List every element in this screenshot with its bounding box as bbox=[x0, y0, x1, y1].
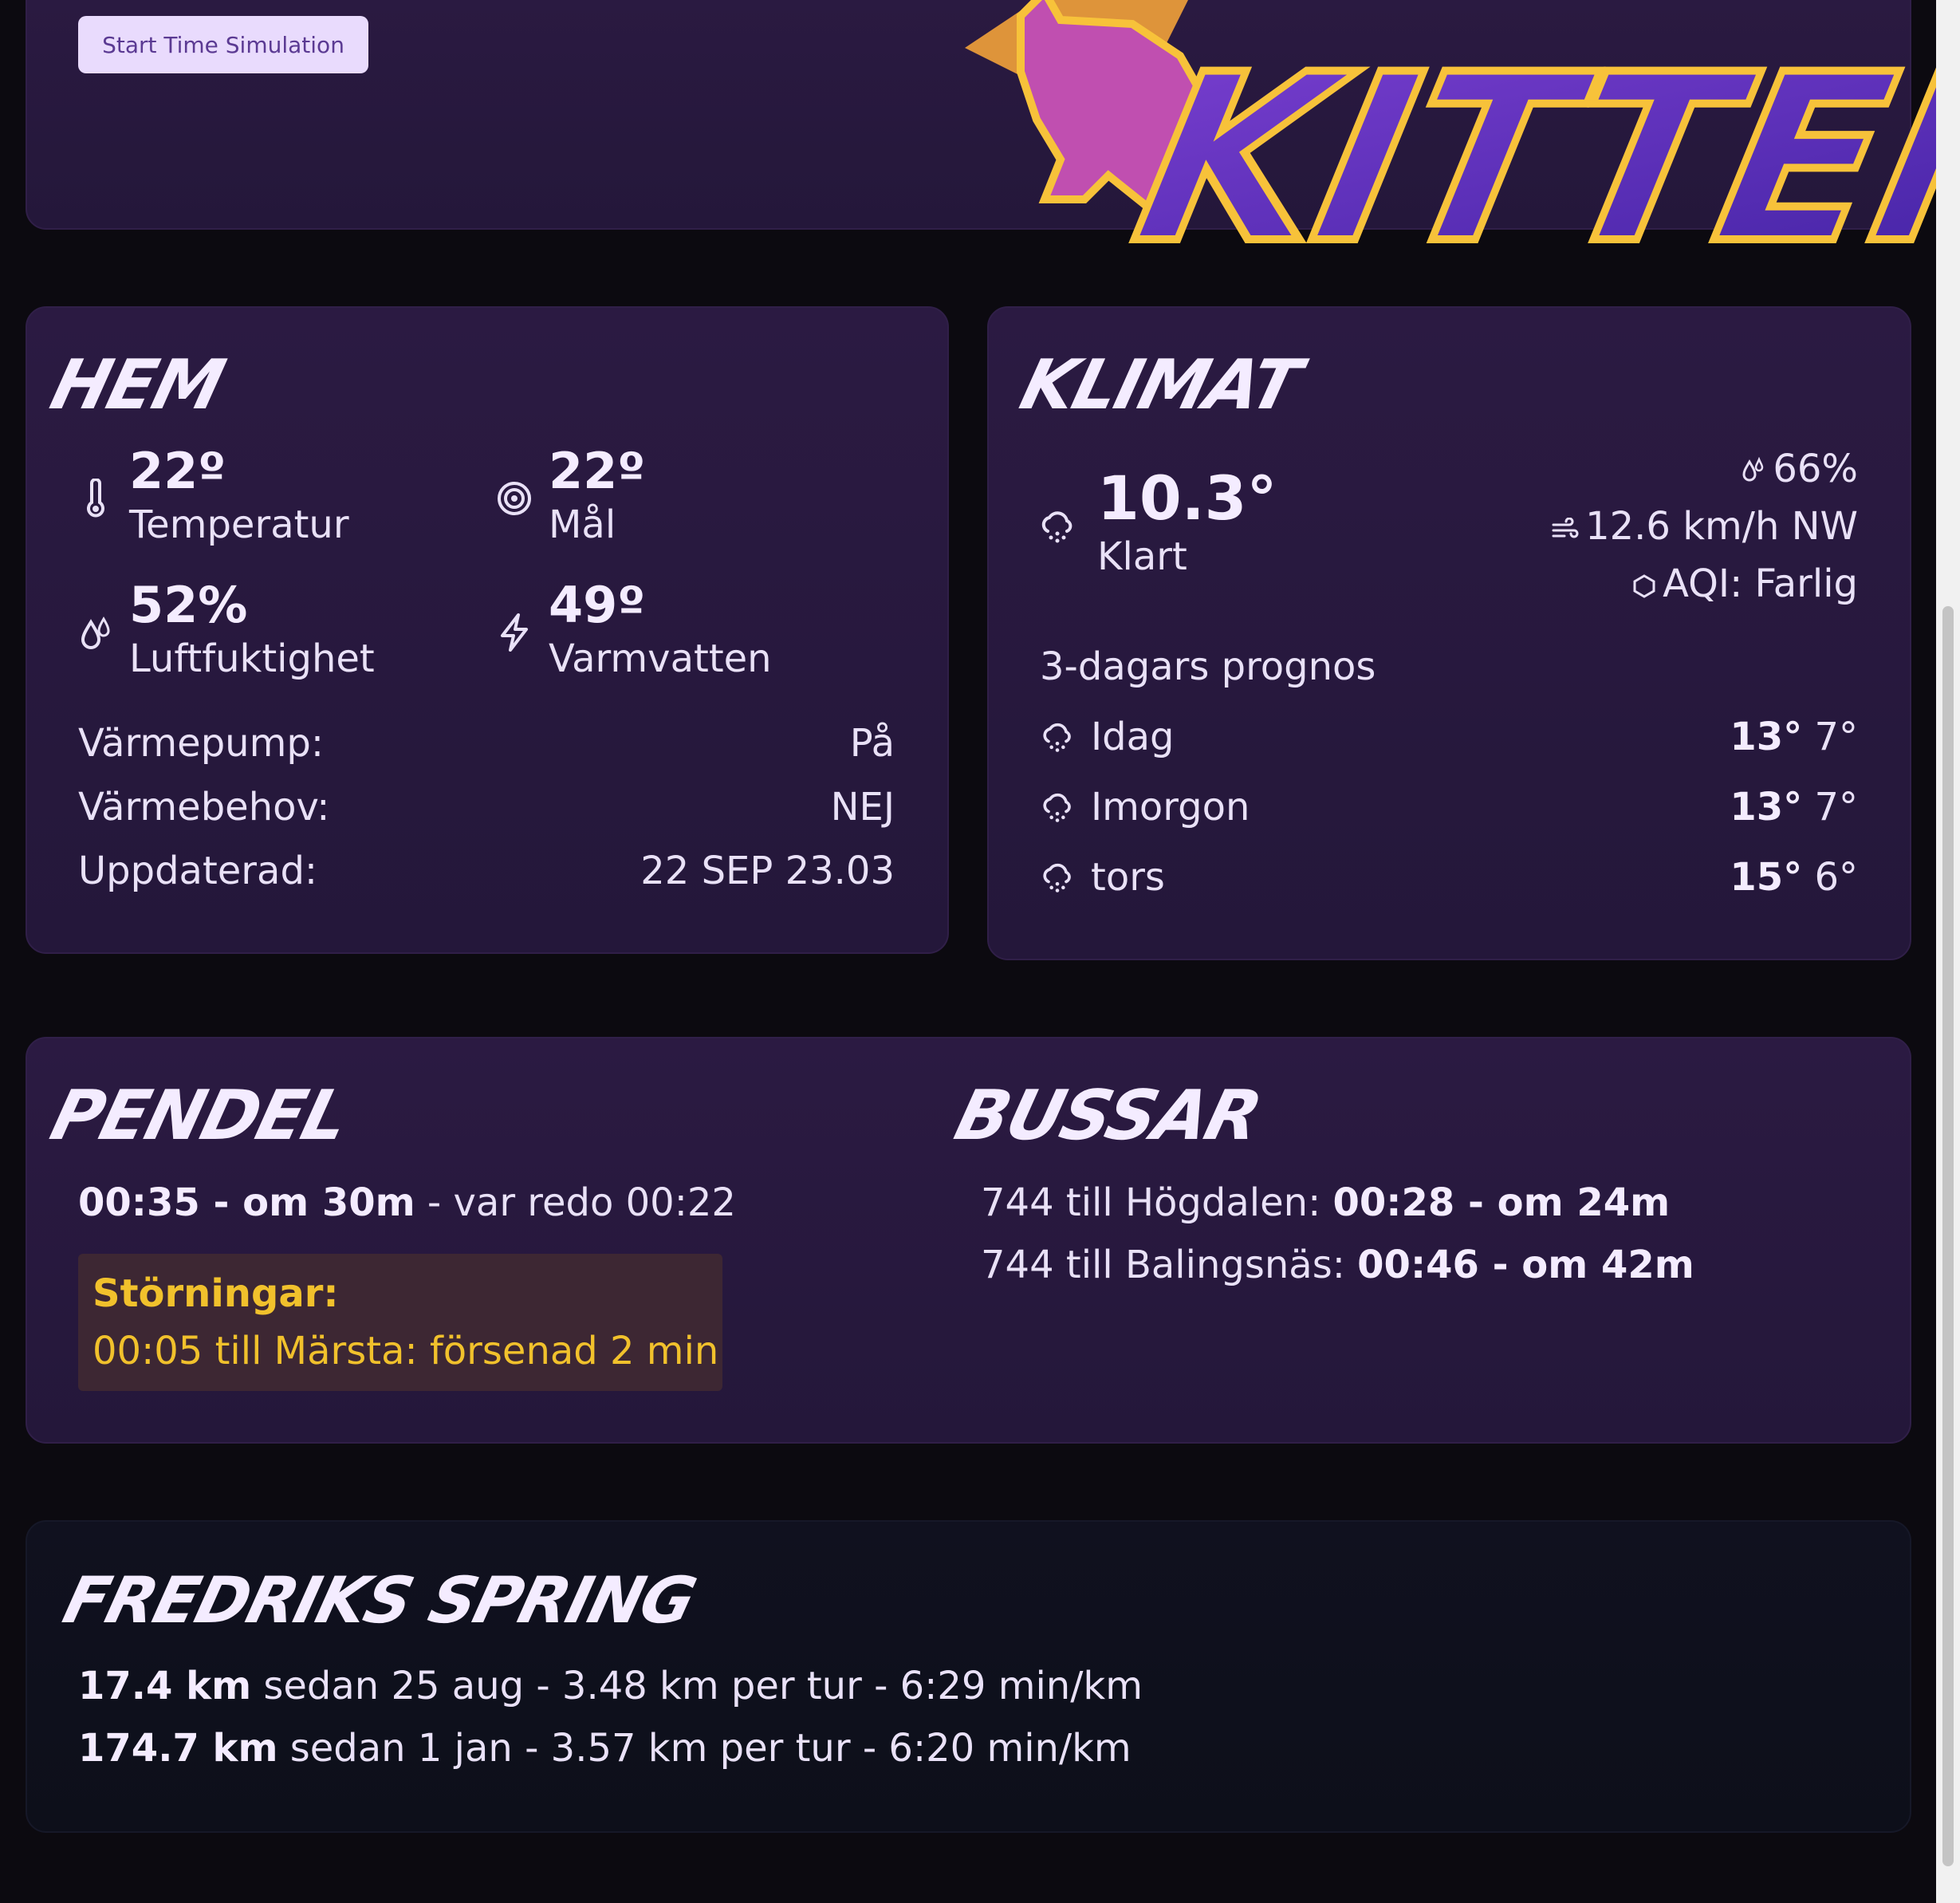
hem-title: HEM bbox=[43, 345, 231, 424]
thermometer-icon bbox=[80, 479, 112, 518]
klimat-aqi: AQI: Farlig bbox=[1632, 561, 1858, 609]
forecast-high: 13° bbox=[1730, 785, 1803, 829]
pendel-title: PENDEL bbox=[43, 1075, 356, 1155]
updated-label: Uppdaterad: bbox=[78, 849, 318, 893]
hem-hotwater-value: 49º bbox=[549, 576, 646, 634]
spring-km: 174.7 km bbox=[78, 1726, 278, 1771]
updated-value: 22 SEP 23.03 bbox=[640, 849, 895, 893]
forecast-low: 6° bbox=[1814, 855, 1858, 900]
wind-icon bbox=[1552, 506, 1579, 551]
forecast-rain-icon bbox=[1040, 719, 1075, 755]
forecast-temps: 13° 7° bbox=[1730, 785, 1858, 829]
klimat-wind: 12.6 km/h NW bbox=[1552, 504, 1858, 551]
bus-line: 744 till Balingsnäs: 00:46 - om 42m bbox=[981, 1243, 1694, 1287]
humidity-small-icon bbox=[1741, 449, 1766, 494]
bussar-title: BUSSAR bbox=[947, 1075, 1268, 1155]
bus-line: 744 till Högdalen: 00:28 - om 24m bbox=[981, 1180, 1670, 1225]
bus-line-destination: 744 till Högdalen: bbox=[981, 1180, 1333, 1225]
forecast-rain-icon bbox=[1040, 860, 1075, 895]
hem-target-value: 22º bbox=[549, 442, 646, 500]
forecast-high: 13° bbox=[1730, 715, 1803, 759]
spring-title: FREDRIKS SPRING bbox=[57, 1564, 702, 1638]
klimat-aqi-value: AQI: Farlig bbox=[1663, 561, 1858, 606]
klimat-humidity: 66% bbox=[1741, 447, 1858, 494]
rain-cloud-icon bbox=[1038, 507, 1076, 546]
hem-humidity-label: Luftfuktighet bbox=[129, 636, 375, 681]
forecast-temps: 15° 6° bbox=[1730, 855, 1858, 900]
spring-line: 17.4 km sedan 25 aug - 3.48 km per tur -… bbox=[78, 1664, 1143, 1708]
forecast-high: 15° bbox=[1730, 855, 1803, 900]
klimat-title: KLIMAT bbox=[1013, 345, 1313, 424]
hem-temperature-value: 22º bbox=[129, 442, 226, 500]
heat-demand-value: NEJ bbox=[830, 785, 895, 829]
hem-temperature-label: Temperatur bbox=[129, 502, 349, 547]
pendel-departure-ready: - var redo 00:22 bbox=[415, 1180, 736, 1225]
aqi-icon bbox=[1632, 564, 1656, 609]
svg-text:KLIMAT: KLIMAT bbox=[1013, 345, 1313, 424]
target-icon bbox=[496, 480, 533, 517]
forecast-title: 3-dagars prognos bbox=[1040, 644, 1376, 689]
disruption-text: 00:05 till Märsta: försenad 2 min bbox=[92, 1329, 719, 1373]
spring-details: sedan 1 jan - 3.57 km per tur - 6:20 min… bbox=[277, 1726, 1132, 1771]
bolt-icon bbox=[498, 613, 531, 652]
svg-text:FREDRIKS SPRING: FREDRIKS SPRING bbox=[57, 1564, 702, 1638]
forecast-day: Idag bbox=[1091, 715, 1175, 759]
scrollbar-thumb[interactable] bbox=[1942, 606, 1954, 1866]
klimat-temperature: 10.3° bbox=[1097, 463, 1277, 534]
heatpump-value: På bbox=[849, 721, 895, 766]
forecast-low: 7° bbox=[1814, 715, 1858, 759]
forecast-day: tors bbox=[1091, 855, 1165, 900]
forecast-rain-icon bbox=[1040, 790, 1075, 825]
spring-details: sedan 25 aug - 3.48 km per tur - 6:29 mi… bbox=[251, 1664, 1143, 1708]
svg-text:PENDEL: PENDEL bbox=[43, 1075, 356, 1155]
humidity-icon bbox=[80, 616, 115, 651]
start-time-simulation-button[interactable]: Start Time Simulation bbox=[78, 16, 368, 73]
heatpump-label: Värmepump: bbox=[78, 721, 324, 766]
forecast-low: 7° bbox=[1814, 785, 1858, 829]
pendel-departure-time: 00:35 - om 30m bbox=[78, 1180, 415, 1225]
disruption-title: Störningar: bbox=[92, 1271, 339, 1316]
hem-humidity-value: 52% bbox=[129, 576, 248, 634]
svg-text:HEM: HEM bbox=[43, 345, 231, 424]
spring-line: 174.7 km sedan 1 jan - 3.57 km per tur -… bbox=[78, 1726, 1132, 1771]
forecast-temps: 13° 7° bbox=[1730, 715, 1858, 759]
forecast-day: Imorgon bbox=[1091, 785, 1250, 829]
klimat-condition: Klart bbox=[1097, 534, 1187, 579]
bus-line-destination: 744 till Balingsnäs: bbox=[981, 1243, 1358, 1287]
klimat-wind-value: 12.6 km/h NW bbox=[1585, 504, 1858, 549]
disruption-box: Störningar: 00:05 till Märsta: försenad … bbox=[78, 1254, 722, 1391]
bus-line-time: 00:28 - om 24m bbox=[1332, 1180, 1671, 1225]
pendel-departure: 00:35 - om 30m - var redo 00:22 bbox=[78, 1180, 736, 1225]
kittens-logo: KITTENS bbox=[965, 0, 1960, 298]
bus-line-time: 00:46 - om 42m bbox=[1357, 1243, 1694, 1287]
spring-km: 17.4 km bbox=[78, 1664, 252, 1708]
hem-target-label: Mål bbox=[549, 502, 616, 547]
svg-text:BUSSAR: BUSSAR bbox=[947, 1075, 1268, 1155]
hem-hotwater-label: Varmvatten bbox=[549, 636, 772, 681]
heat-demand-label: Värmebehov: bbox=[78, 785, 330, 829]
klimat-humidity-value: 66% bbox=[1773, 447, 1858, 491]
svg-text:KITTENS: KITTENS bbox=[1118, 26, 1960, 294]
